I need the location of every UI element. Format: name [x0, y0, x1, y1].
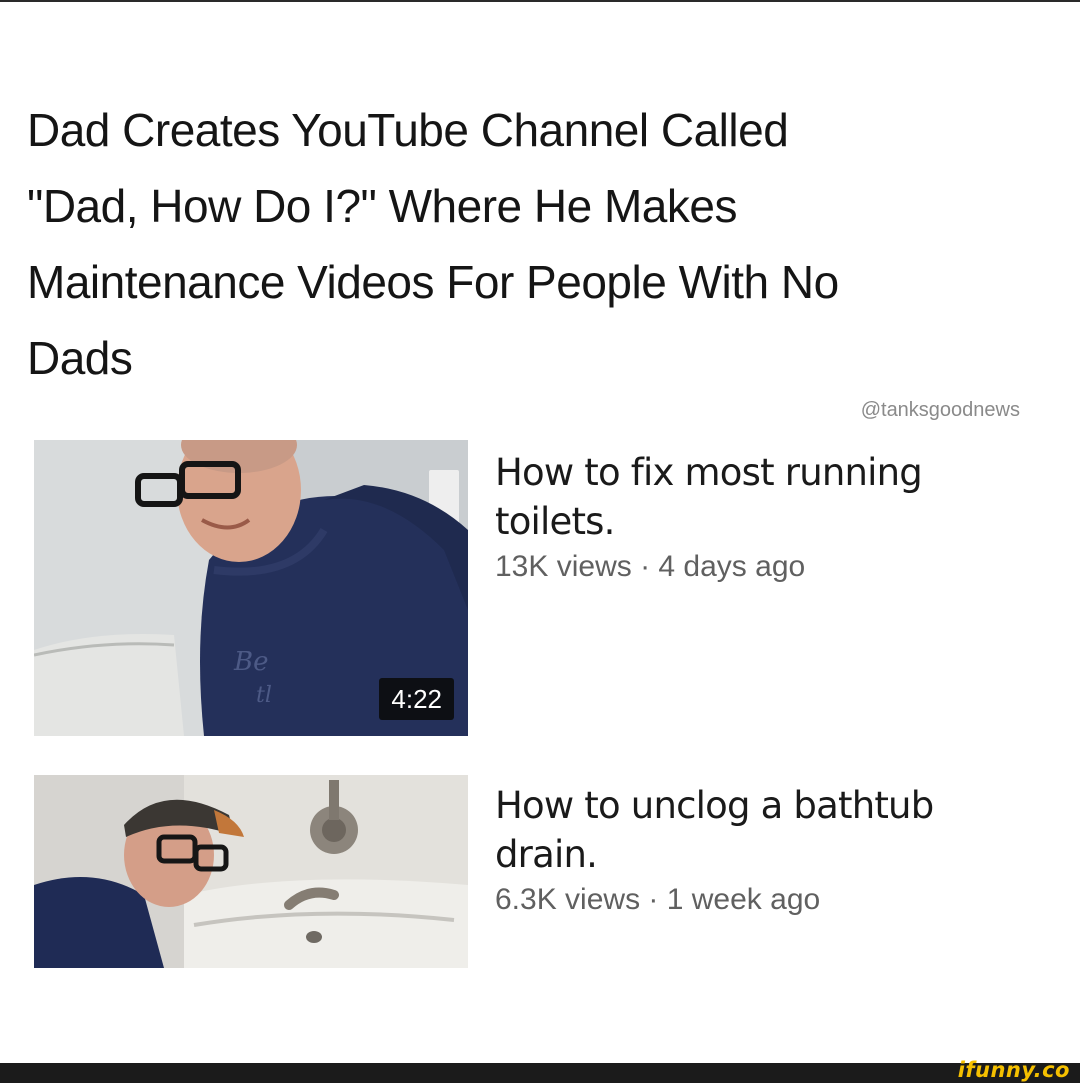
video-stats: 13K views · 4 days ago [495, 550, 1035, 584]
video-meta: How to fix most running toilets. 13K vie… [495, 440, 1035, 584]
video-thumbnail[interactable] [34, 775, 468, 968]
video-title-line: How to fix most running [495, 451, 923, 494]
footer-bar: ifunny.co [0, 1058, 1080, 1083]
video-stats: 6.3K views · 1 week ago [495, 883, 1035, 917]
headline-line: Dad Creates YouTube Channel Called [27, 104, 789, 156]
stats-separator: · [631, 550, 659, 583]
video-title[interactable]: How to fix most running toilets. [495, 440, 1035, 546]
source-credit: @tanksgoodnews [860, 399, 1020, 421]
headline-line: Maintenance Videos For People With No [27, 256, 839, 308]
video-thumbnail[interactable]: Be tl 4:22 [34, 440, 468, 736]
stats-separator: · [640, 883, 667, 916]
video-title-line: How to unclog a bathtub [495, 784, 934, 827]
upload-age: 4 days ago [658, 550, 806, 583]
thumbnail-image [34, 775, 468, 968]
headline-line: Dads [27, 332, 133, 384]
headline: Dad Creates YouTube Channel Called "Dad,… [27, 92, 1047, 396]
view-count: 13K views [495, 550, 632, 583]
video-title-line: drain. [495, 833, 598, 876]
headline-line: "Dad, How Do I?" Where He Makes [27, 180, 737, 232]
video-duration-badge: 4:22 [379, 678, 454, 720]
post: Dad Creates YouTube Channel Called "Dad,… [0, 0, 1080, 1083]
svg-text:Be: Be [233, 647, 269, 677]
video-item[interactable]: How to unclog a bathtub drain. 6.3K view… [34, 775, 1044, 968]
upload-age: 1 week ago [666, 883, 821, 916]
video-item[interactable]: Be tl 4:22 How to fix most running toile… [34, 440, 1044, 736]
video-title[interactable]: How to unclog a bathtub drain. [495, 775, 1035, 879]
svg-text:tl: tl [256, 683, 272, 708]
video-title-line: toilets. [495, 500, 615, 543]
ifunny-watermark: ifunny.co [957, 1058, 1070, 1082]
view-count: 6.3K views [495, 883, 641, 916]
video-meta: How to unclog a bathtub drain. 6.3K view… [495, 775, 1035, 917]
